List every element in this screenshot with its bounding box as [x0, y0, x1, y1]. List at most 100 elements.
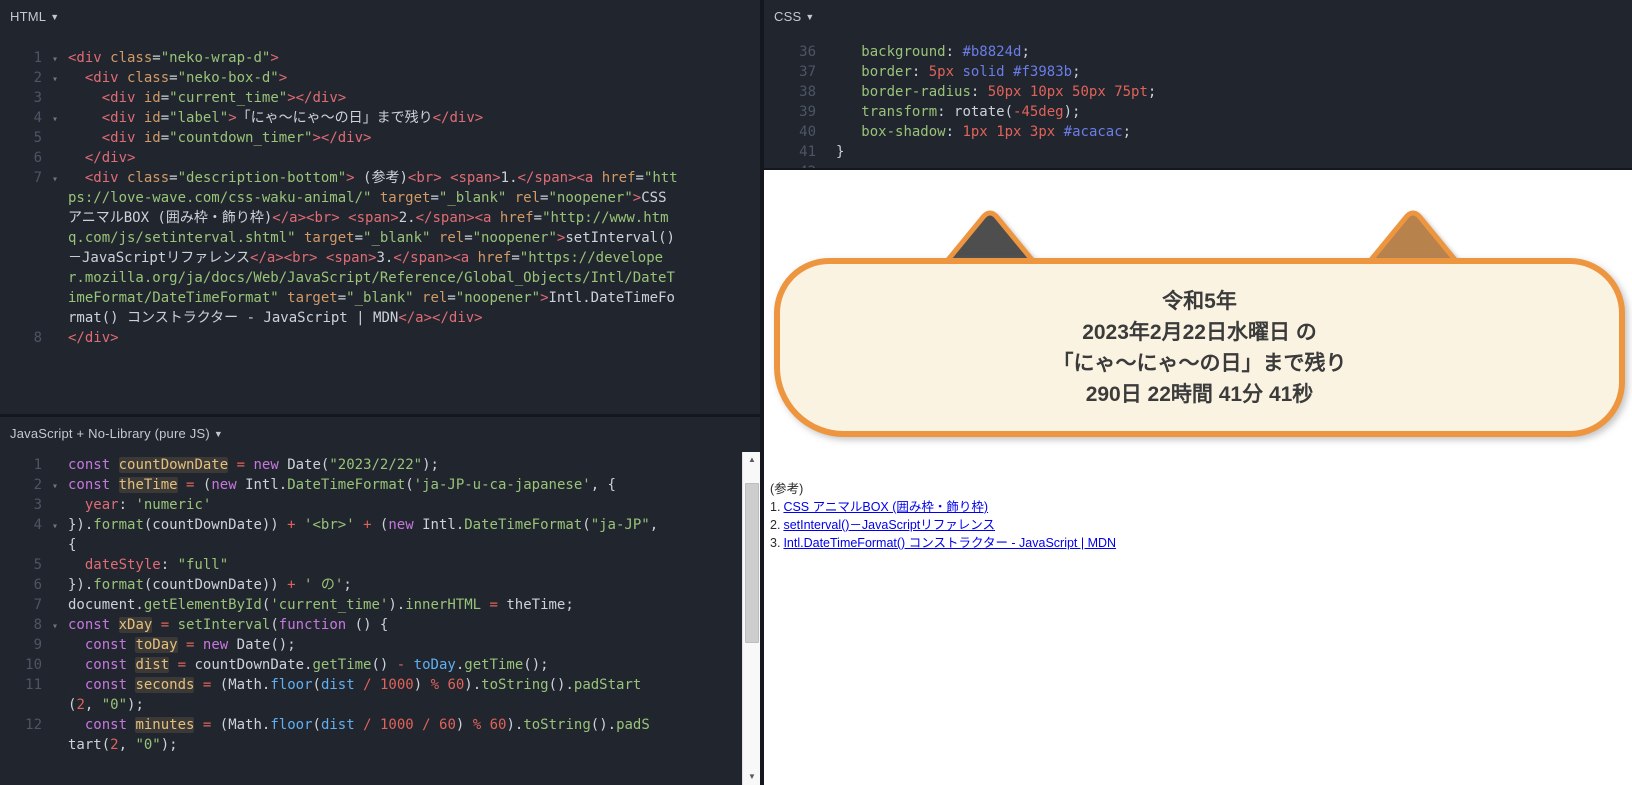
code-token: setInterval	[177, 617, 271, 633]
fold-arrow-icon[interactable]: ▾	[42, 477, 68, 497]
html-panel-title: HTML	[10, 9, 47, 24]
code-token: toString	[481, 677, 549, 693]
js-code-editor[interactable]: 1 const countDownDate = new Date("2023/2/…	[0, 451, 760, 755]
code-row: 4 ▾}).format(countDownDate)) + '<br>' + (…	[0, 515, 760, 535]
js-panel-header[interactable]: JavaScript + No-Library (pure JS) ▼	[0, 417, 760, 451]
code-token: Intl.	[236, 477, 288, 493]
css-panel-header[interactable]: CSS ▼	[764, 0, 1632, 34]
code-row: 12 const minutes = (Math.floor(dist / 10…	[0, 715, 760, 735]
code-token: innerHTML	[405, 597, 482, 613]
reference-link[interactable]: CSS アニマルBOX (囲み枠・飾り枠)	[783, 500, 988, 514]
code-token: :	[970, 84, 988, 100]
chevron-down-icon: ▼	[805, 12, 815, 22]
js-editor-scrollbar[interactable]: ▲ ▼	[742, 452, 760, 785]
scrollbar-up-arrow-icon[interactable]: ▲	[743, 452, 761, 468]
code-token: '<br>'	[304, 517, 355, 533]
html-panel-header[interactable]: HTML ▼	[0, 0, 760, 34]
code-token: () {	[346, 617, 389, 633]
scrollbar-thumb[interactable]	[745, 483, 759, 643]
fold-arrow-icon[interactable]: ▾	[42, 50, 68, 70]
code-row: 5 dateStyle: "full"	[0, 555, 760, 575]
code-token: ,	[118, 737, 136, 753]
code-token: minutes	[135, 717, 195, 733]
code-token: =	[169, 70, 178, 86]
code-row: 2 ▾ const theTime = (new Intl.DateTimeForm…	[0, 475, 760, 495]
cat-ear-right	[1367, 210, 1459, 263]
reference-item: 1. CSS アニマルBOX (囲み枠・飾り枠)	[770, 498, 1116, 516]
scrollbar-down-arrow-icon[interactable]: ▼	[743, 769, 761, 785]
code-token: 1px	[996, 124, 1022, 140]
reference-link[interactable]: setInterval()－JavaScriptリファレンス	[783, 518, 995, 532]
code-token: const	[84, 657, 128, 673]
code-token: －JavaScriptリファレンス	[68, 250, 251, 266]
code-token: );	[422, 457, 439, 473]
code-token: ().	[548, 677, 574, 693]
fold-arrow-icon[interactable]: ▾	[42, 617, 68, 637]
line-number: 6	[33, 577, 42, 593]
code-token: const	[84, 717, 128, 733]
line-number: 12	[25, 717, 42, 733]
code-token: function	[278, 617, 347, 633]
code-token: "_blank"	[363, 230, 431, 246]
code-token: #b8824d	[962, 44, 1022, 60]
code-token: 2	[110, 737, 119, 753]
reference-link[interactable]: Intl.DateTimeFormat() コンストラクター - JavaScr…	[783, 536, 1116, 550]
code-token: %	[472, 717, 482, 733]
code-token: 1px	[962, 124, 988, 140]
code-token: Intl.DateTimeFo	[548, 290, 675, 306]
css-code-editor[interactable]: 36 background: #b8824d; 37 border: 5px so…	[764, 34, 1632, 168]
code-token: rmat() コンストラクター - JavaScript | MDN	[68, 310, 399, 326]
line-number: 2	[33, 70, 42, 86]
code-token: new	[202, 637, 229, 653]
code-token: :	[118, 497, 136, 513]
code-token: <span>	[348, 210, 399, 226]
code-token: :	[160, 557, 178, 573]
code-token: background	[861, 44, 946, 60]
code-token: >	[270, 50, 279, 66]
code-token: (	[582, 517, 591, 533]
line-number: 4	[33, 110, 42, 126]
fold-arrow-icon[interactable]: ▾	[42, 517, 68, 537]
cat-ear-left	[944, 210, 1036, 263]
code-token: "http://www.htm	[542, 210, 669, 226]
code-token: -	[396, 657, 406, 673]
fold-arrow-icon[interactable]: ▾	[42, 110, 68, 130]
left-horizontal-pane-divider[interactable]	[0, 414, 760, 417]
code-row: 39 transform: rotate(-45deg);	[764, 102, 1632, 122]
code-token: (countDownDate))	[143, 577, 288, 593]
code-token: ps://love-wave.com/css-waku-animal/"	[68, 190, 372, 206]
fold-arrow-icon[interactable]: ▾	[42, 170, 68, 190]
code-token: アニマルBOX (囲み枠・飾り枠)	[68, 210, 273, 226]
code-token: (Math.	[211, 677, 271, 693]
code-row: 7 ▾ <div class="description-bottom"> (参考)…	[0, 168, 760, 188]
code-token: <div	[101, 130, 136, 146]
html-code-editor[interactable]: 1 ▾ <div class="neko-wrap-d"> 2 ▾ <div class…	[0, 34, 760, 348]
code-token: dist	[320, 717, 355, 733]
code-token: .	[455, 657, 465, 673]
code-token: ;	[1122, 124, 1132, 140]
code-token: "ja-JP"	[590, 517, 650, 533]
code-token: =	[354, 230, 364, 246]
line-number: 5	[33, 130, 42, 146]
code-row: 40 box-shadow: 1px 1px 3px #acacac;	[764, 122, 1632, 142]
code-row: 11 const seconds = (Math.floor(dist / 10…	[0, 675, 760, 695]
reference-number: 1.	[770, 500, 781, 514]
code-token: ();	[523, 657, 549, 673]
code-row: 6}).format(countDownDate)) + ' の';	[0, 575, 760, 595]
code-token: =	[160, 617, 170, 633]
fold-arrow-icon[interactable]: ▾	[42, 70, 68, 90]
code-token: ).	[464, 677, 482, 693]
code-token: </a></div>	[398, 310, 483, 326]
